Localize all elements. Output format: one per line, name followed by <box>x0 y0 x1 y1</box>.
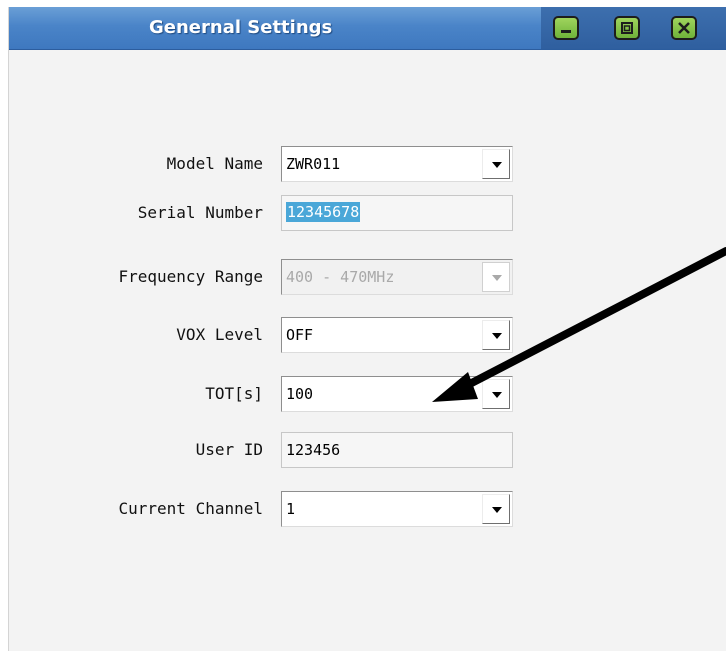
annotation-arrow <box>432 247 726 402</box>
